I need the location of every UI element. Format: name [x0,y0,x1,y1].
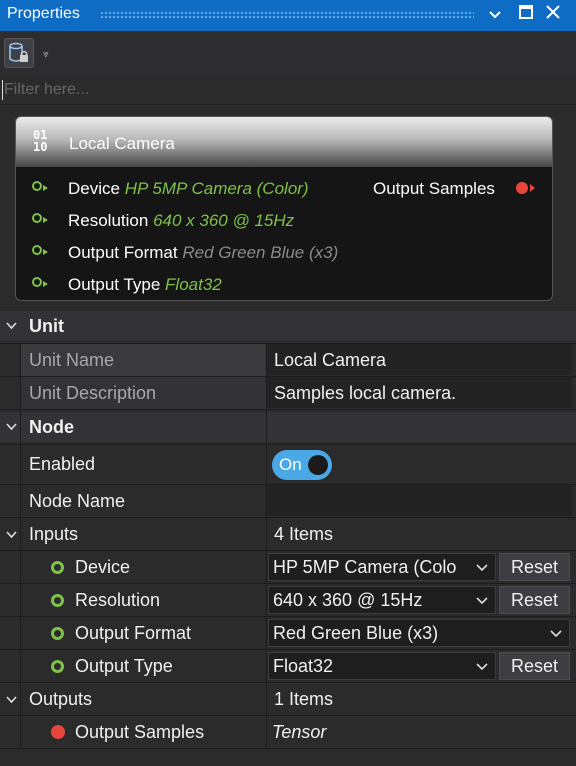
input-port-icon[interactable] [32,213,48,223]
database-lock-icon [9,42,28,62]
resolution-reset-button[interactable]: Reset [499,586,570,614]
grid-indent-line [20,343,21,748]
input-output-type-label: Output Type [75,656,173,676]
maximize-icon[interactable] [515,4,537,26]
lock-database-button[interactable] [4,38,34,68]
resolution-select-value: 640 x 360 @ 15Hz [273,590,423,610]
grid-line [0,616,576,617]
node-port-output-format: Output Format Red Green Blue (x3) [68,243,338,263]
toolbar [0,31,576,76]
grid-line [0,517,576,518]
device-reset-button[interactable]: Reset [499,553,570,581]
grid-line [0,484,576,485]
inputs-label: Inputs [29,524,79,544]
input-port-icon [51,561,64,574]
input-port-icon [51,627,64,640]
text-caret [2,80,3,100]
section-unit[interactable] [0,311,576,341]
chevron-down-icon[interactable] [550,630,562,638]
enabled-toggle-text: On [279,455,302,474]
output-port-icon[interactable] [516,182,535,194]
port-value: Red Green Blue (x3) [182,243,339,262]
port-value: Float32 [165,275,222,294]
window-title: Properties [7,5,80,22]
input-port-icon [51,594,64,607]
filter-input[interactable] [0,75,576,105]
grid-line [0,583,576,584]
grid-line [0,444,576,445]
grid-line [0,376,576,377]
node-port-resolution: Resolution 640 x 360 @ 15Hz [68,211,294,231]
inputs-count: 4 Items [274,524,334,544]
grid-line [0,748,576,749]
node-port-output-type: Output Type Float32 [68,275,222,295]
port-value: HP 5MP Camera (Color) [124,179,309,198]
input-port-icon[interactable] [32,181,48,191]
output-format-select-value: Red Green Blue (x3) [273,623,439,643]
input-output-format-label: Output Format [75,623,192,643]
section-label: Unit [29,316,64,336]
port-name: Output Format [68,243,178,262]
device-select-value: HP 5MP Camera (Colo [273,557,457,577]
dropdown-icon[interactable] [484,4,506,26]
unit-name-value: Local Camera [274,350,387,370]
toggle-knob [308,455,328,475]
output-type-select-value: Float32 [273,656,334,676]
chevron-down-icon[interactable] [476,564,488,572]
node-name-field[interactable] [267,485,572,516]
port-value: 640 x 360 @ 15Hz [153,211,295,230]
chevron-down-icon[interactable] [476,663,488,671]
chevron-down-icon[interactable] [6,531,17,539]
output-samples-label: Output Samples [75,722,205,742]
output-type-reset-button[interactable]: Reset [499,652,570,680]
title-grip[interactable] [100,11,474,20]
close-icon[interactable] [542,4,564,26]
node-title: Local Camera [69,134,175,153]
port-name: Resolution [68,211,149,230]
chevron-down-icon[interactable] [6,423,17,431]
input-resolution-label: Resolution [75,590,161,610]
port-name: Device [68,179,120,198]
toolbar-overflow-icon[interactable]: ⩔ [43,49,49,60]
output-samples-value: Tensor [272,722,327,742]
grid-divider [266,343,267,748]
grid-line [0,409,576,410]
section-label: Node [29,417,74,437]
unit-description-value: Samples local camera. [274,383,457,403]
section-node[interactable] [0,412,576,442]
grid-line [0,715,576,716]
grid-line [0,649,576,650]
enabled-label: Enabled [29,454,96,474]
node-card[interactable]: 01 10 Local Camera Device HP 5MP Camera … [15,116,553,301]
outputs-label: Outputs [29,689,93,709]
node-output-port-label: Output Samples [373,179,495,198]
port-name: Output Type [68,275,161,294]
unit-name-label: Unit Name [29,350,115,370]
input-port-icon [51,660,64,673]
grid-line [0,550,576,551]
chevron-down-icon[interactable] [6,696,17,704]
chevron-down-icon[interactable] [476,597,488,605]
input-device-label: Device [75,557,131,577]
node-name-label: Node Name [29,491,126,511]
input-port-icon[interactable] [32,277,48,287]
grid-line [0,682,576,683]
unit-description-label: Unit Description [29,383,157,403]
node-port-device: Device HP 5MP Camera (Color) [68,179,309,199]
grid-line [0,343,576,344]
outputs-count: 1 Items [274,689,334,709]
binary-icon: 01 10 [33,128,48,154]
chevron-down-icon[interactable] [6,322,17,330]
input-port-icon[interactable] [32,245,48,255]
output-port-icon [51,725,65,739]
